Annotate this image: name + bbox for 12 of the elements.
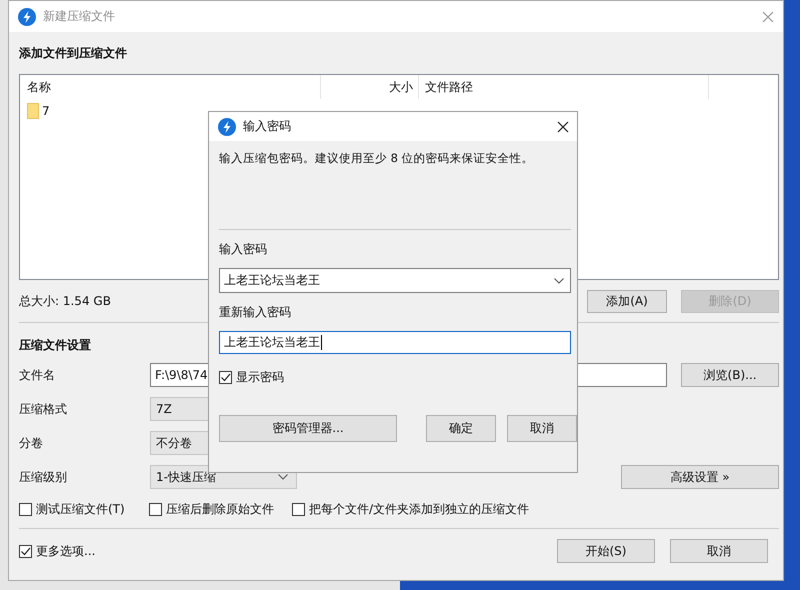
window-title: 新建压缩文件 [43,8,115,25]
section-title: 压缩文件设置 [19,337,91,353]
dialog-message: 输入压缩包密码。建议使用至少 8 位的密码来保证安全性。 [219,151,535,167]
total-size: 总大小: 1.54 GB [19,293,111,310]
field-label: 压缩格式 [19,400,68,418]
field-label: 文件名 [19,366,56,384]
field-label: 压缩级别 [19,468,68,486]
section-title: 添加文件到压缩文件 [19,45,127,61]
dialog-title: 输入密码 [243,118,291,135]
field-label: 重新输入密码 [219,304,292,320]
field-label: 输入密码 [219,241,268,257]
field-label: 分卷 [19,434,44,452]
